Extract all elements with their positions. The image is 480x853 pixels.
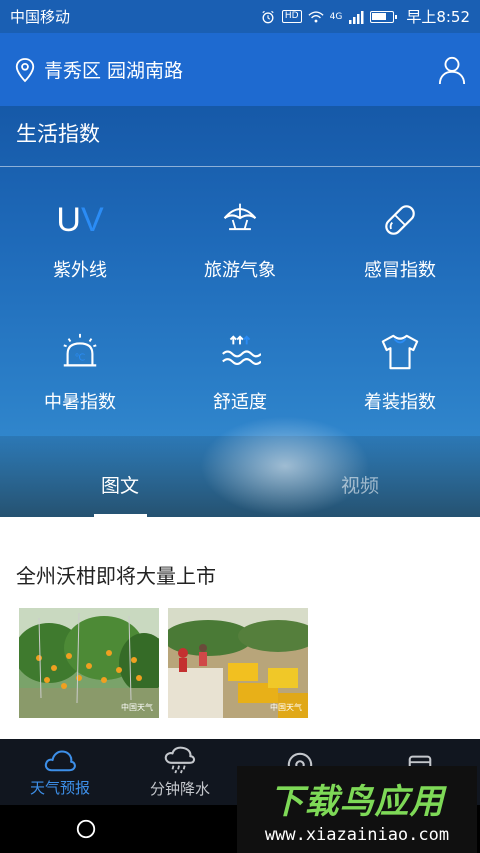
rain-cloud-icon bbox=[164, 746, 196, 773]
location-text[interactable]: 青秀区 园湖南路 bbox=[44, 56, 438, 83]
clock: 早上8:52 bbox=[406, 8, 470, 26]
nav-weather-forecast[interactable]: 天气预报 bbox=[0, 739, 120, 805]
pill-icon bbox=[385, 205, 415, 235]
siren-thermometer-icon: ℃ bbox=[63, 333, 97, 367]
index-label: 着装指数 bbox=[364, 392, 436, 413]
index-label: 紫外线 bbox=[53, 260, 107, 281]
tshirt-icon bbox=[381, 334, 419, 370]
uv-icon: UV bbox=[56, 200, 104, 239]
article-thumbnail-2[interactable]: 中国天气 bbox=[168, 608, 308, 718]
svg-text:℃: ℃ bbox=[75, 353, 86, 364]
article-panel: 全州沃柑即将大量上市 中国天气 中国天气 bbox=[0, 517, 480, 739]
article-title[interactable]: 全州沃柑即将大量上市 bbox=[16, 560, 216, 589]
index-label: 舒适度 bbox=[213, 392, 267, 413]
alarm-icon bbox=[262, 10, 274, 23]
carrier-name: 中国移动 bbox=[10, 8, 71, 26]
index-label: 感冒指数 bbox=[364, 260, 436, 281]
location-header: 青秀区 园湖南路 bbox=[0, 33, 480, 106]
index-item-clothing[interactable]: 着装指数 bbox=[320, 330, 480, 414]
tab-video[interactable]: 视频 bbox=[240, 452, 480, 517]
user-icon[interactable] bbox=[438, 55, 466, 85]
hd-badge: HD bbox=[281, 10, 302, 23]
home-icon[interactable] bbox=[75, 818, 97, 840]
nav-minute-rain[interactable]: 分钟降水 bbox=[120, 739, 240, 805]
index-item-uv[interactable]: UV 紫外线 bbox=[0, 198, 160, 282]
index-item-comfort[interactable]: 舒适度 bbox=[160, 330, 320, 414]
signal-icon bbox=[349, 10, 364, 24]
index-item-heatstroke[interactable]: ℃ 中暑指数 bbox=[0, 330, 160, 414]
index-label: 中暑指数 bbox=[44, 392, 116, 413]
waves-icon bbox=[222, 335, 261, 365]
status-bar: 中国移动 HD 4G 早上8:52 bbox=[0, 0, 480, 33]
index-label: 旅游气象 bbox=[204, 260, 276, 281]
watermark-url: www.xiazainiao.com bbox=[264, 825, 450, 845]
wifi-icon bbox=[308, 10, 324, 22]
index-item-travel[interactable]: 旅游气象 bbox=[160, 198, 320, 282]
status-icons: HD 4G 早上8:52 bbox=[260, 6, 470, 27]
cloud-icon bbox=[44, 749, 76, 771]
photo-watermark: 中国天气 bbox=[270, 703, 302, 712]
section-title: 生活指数 bbox=[16, 122, 100, 146]
photo-watermark: 中国天气 bbox=[121, 703, 153, 712]
content-tabs: 图文 视频 bbox=[0, 452, 480, 517]
network-type: 4G bbox=[329, 11, 343, 22]
site-watermark: 下载鸟应用 www.xiazainiao.com bbox=[237, 766, 477, 853]
article-thumbnail-1[interactable]: 中国天气 bbox=[19, 608, 159, 718]
divider bbox=[0, 166, 480, 167]
location-pin-icon[interactable] bbox=[14, 57, 36, 83]
battery-icon bbox=[370, 10, 398, 23]
index-item-cold[interactable]: 感冒指数 bbox=[320, 198, 480, 282]
tab-graphic[interactable]: 图文 bbox=[0, 452, 240, 517]
watermark-brand: 下载鸟应用 bbox=[269, 782, 445, 822]
beach-umbrella-icon bbox=[223, 203, 257, 231]
